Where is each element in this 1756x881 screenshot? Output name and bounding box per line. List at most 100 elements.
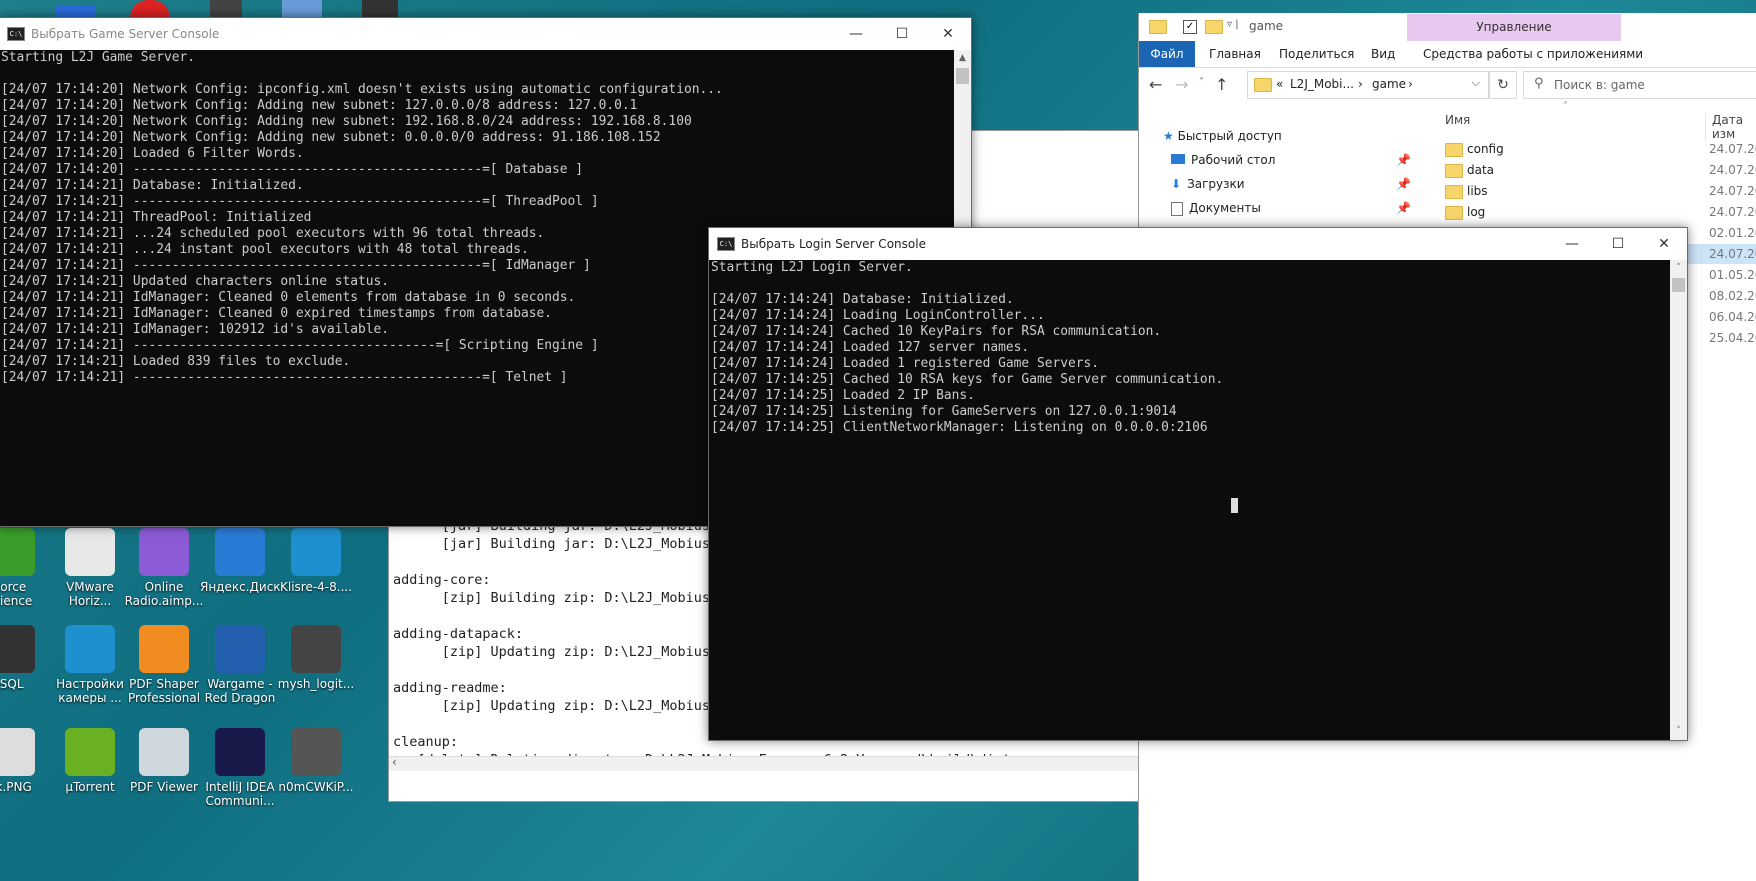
desktop-icon-yandex-disk[interactable]: Яндекс.Диск (200, 528, 281, 594)
search-input[interactable]: ⚲ Поиск в: game (1523, 71, 1756, 99)
path-overflow[interactable]: « (1276, 77, 1283, 91)
file-name: log (1467, 205, 1486, 219)
desktop-icon-vmware[interactable]: VMware Horiz... (50, 528, 130, 608)
minimize-button[interactable]: — (1549, 228, 1595, 260)
desktop-icon (1171, 154, 1185, 164)
search-placeholder: Поиск в: game (1554, 78, 1645, 92)
desktop-icon-label: mysh_logit... (277, 677, 355, 691)
cmd-icon: C:\ (717, 237, 735, 251)
scroll-thumb[interactable] (1672, 278, 1685, 292)
nav-pane: ★ Быстрый доступ Рабочий стол 📌 ⬇ Загрузк… (1139, 105, 1429, 245)
klisre-icon (291, 528, 341, 576)
file-row[interactable]: libs 24.07.202 (1429, 181, 1756, 201)
desktop-icon-label: n0mCWKiP... (278, 780, 354, 794)
desktop-icon-online-radio[interactable]: Online Radio.aimp... (124, 528, 204, 608)
tab-file[interactable]: Файл (1139, 41, 1195, 67)
nav-item-downloads[interactable]: ⬇ Загрузки 📌 (1171, 177, 1411, 191)
nav-back-icon[interactable]: ← (1149, 75, 1162, 94)
desktop-icon-force-experience[interactable]: Force erience (0, 528, 50, 608)
desktop-icon-isql[interactable]: iSQL (0, 625, 50, 691)
nav-item-desktop[interactable]: Рабочий стол 📌 (1171, 153, 1411, 167)
desktop-icon-ok-png[interactable]: ok.PNG (0, 728, 50, 794)
minimize-button[interactable]: — (833, 18, 879, 50)
pin-icon[interactable]: 📌 (1396, 153, 1411, 167)
ribbon-tabs: Файл Главная Поделиться Вид Средства раб… (1139, 41, 1756, 68)
nav-item-documents[interactable]: Документы 📌 (1171, 201, 1411, 216)
desktop-icon-pdf-viewer[interactable]: PDF Viewer (124, 728, 204, 794)
console-line: [24/07 17:14:21] Database: Initialized. (1, 178, 304, 193)
console-line: [24/07 17:14:21] ThreadPool: Initialized (1, 210, 312, 225)
column-header-date[interactable]: Дата изм (1705, 113, 1756, 141)
qat-dropdown-icon[interactable]: ▿ | (1227, 19, 1239, 30)
desktop-icon-klisre[interactable]: Klisre-4-8.... (276, 528, 356, 594)
isql-icon (0, 625, 35, 673)
horizontal-scrollbar[interactable]: ‹ (389, 755, 1139, 771)
tab-home[interactable]: Главная (1209, 47, 1261, 61)
scroll-left-icon[interactable]: ‹ (392, 755, 397, 769)
close-button[interactable]: ✕ (1641, 228, 1687, 260)
desktop-icon-n0mcwkip[interactable]: n0mCWKiP... (276, 728, 356, 794)
scroll-up-icon[interactable]: ▲ (954, 50, 971, 67)
file-name: config (1467, 142, 1504, 156)
desktop-icon-utorrent[interactable]: µTorrent (50, 728, 130, 794)
file-date: 24.07.202 (1709, 247, 1756, 261)
app-icon[interactable] (282, 0, 322, 18)
console-line: Starting L2J Login Server. (711, 260, 913, 275)
refresh-button[interactable]: ↻ (1489, 71, 1517, 99)
address-bar[interactable]: « L2J_Mobi... › game › ⌵ (1247, 71, 1489, 99)
close-button[interactable]: ✕ (925, 18, 971, 50)
file-row[interactable]: log 24.07.202 (1429, 202, 1756, 222)
file-row[interactable]: data 24.07.202 (1429, 160, 1756, 180)
desktop-icon-wargame[interactable]: Wargame - Red Dragon (200, 625, 280, 705)
manage-contextual-tab[interactable]: Управление (1407, 14, 1621, 41)
scroll-down-icon[interactable]: ˅ (1670, 723, 1687, 740)
tab-share[interactable]: Поделиться (1279, 47, 1354, 61)
desktop-icon-label: VMware Horiz... (66, 580, 114, 608)
path-separator[interactable]: › (1408, 77, 1413, 91)
desktop-icon-mysh[interactable]: mysh_logit... (276, 625, 356, 691)
pdf-viewer-icon (139, 728, 189, 776)
app-icon[interactable] (210, 0, 242, 18)
desktop-icon-label: PDF Shaper Professional (127, 677, 201, 705)
nav-forward-icon[interactable]: → (1175, 75, 1188, 94)
pin-icon[interactable]: 📌 (1396, 201, 1411, 215)
console-line: [24/07 17:14:24] Cached 10 KeyPairs for … (711, 324, 1162, 339)
vertical-scrollbar[interactable]: ˄ ˅ (1670, 260, 1687, 740)
new-folder-icon[interactable] (1205, 20, 1223, 34)
path-segment[interactable]: L2J_Mobi... (1290, 77, 1354, 91)
path-segment[interactable]: game (1372, 77, 1406, 91)
console-line: [24/07 17:14:24] Database: Initialized. (711, 292, 1014, 307)
maximize-button[interactable]: ☐ (1595, 228, 1641, 260)
pdf-shaper-icon (139, 625, 189, 673)
recent-dropdown-icon[interactable]: ˅ (1199, 77, 1204, 88)
quick-access-item[interactable]: ★ Быстрый доступ (1163, 129, 1282, 143)
nav-up-icon[interactable]: ↑ (1215, 75, 1228, 94)
login-console-output: Starting L2J Login Server. [24/07 17:14:… (709, 260, 1669, 740)
checkbox-icon[interactable]: ✓ (1183, 20, 1197, 34)
tab-app-tools[interactable]: Средства работы с приложениями (1423, 47, 1643, 61)
scroll-up-icon[interactable]: ˄ (1670, 260, 1687, 277)
address-dropdown-icon[interactable]: ⌵ (1472, 76, 1480, 90)
scroll-thumb[interactable] (956, 68, 969, 84)
wargame-icon (215, 625, 265, 673)
maximize-button[interactable]: ☐ (879, 18, 925, 50)
path-separator[interactable]: › (1358, 77, 1363, 91)
tab-view[interactable]: Вид (1371, 47, 1395, 61)
pin-icon[interactable]: 📌 (1396, 177, 1411, 191)
app-icon[interactable] (130, 0, 170, 18)
file-date: 24.07.202 (1709, 184, 1756, 198)
desktop-icon-pdf-shaper[interactable]: PDF Shaper Professional (124, 625, 204, 705)
desktop-icon-camera-settings[interactable]: Настройки камеры ... (50, 625, 130, 705)
console-line: [24/07 17:14:20] -----------------------… (1, 162, 584, 177)
folder-icon (1445, 143, 1463, 157)
column-header-name[interactable]: Имя (1445, 113, 1470, 127)
folder-icon (1445, 164, 1463, 178)
console-line: [24/07 17:14:24] Loaded 127 server names… (711, 340, 1030, 355)
file-row[interactable]: config 24.07.202 (1429, 139, 1756, 159)
console-line: [24/07 17:14:24] Loading LoginController… (711, 308, 1045, 323)
game-console-titlebar: C:\ Выбрать Game Server Console — ☐ ✕ (0, 18, 971, 50)
app-icon[interactable] (362, 0, 398, 18)
desktop-icon-intellij[interactable]: IntelliJ IDEA Communi... (200, 728, 280, 808)
folder-icon (1445, 206, 1463, 220)
